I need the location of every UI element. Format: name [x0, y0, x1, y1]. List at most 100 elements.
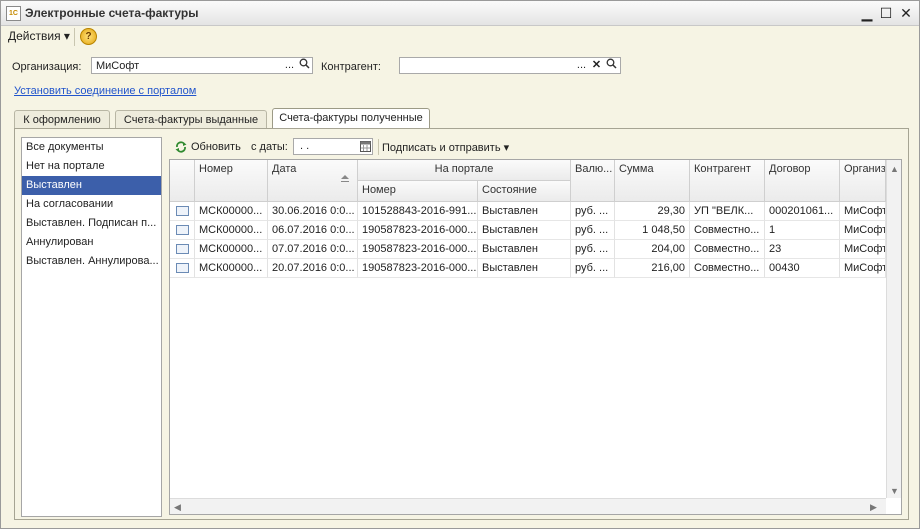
table-cell-sum[interactable]: 216,00 — [615, 259, 690, 278]
table-cell-currency[interactable]: руб. ... — [571, 202, 615, 221]
table-row-icon-cell[interactable] — [170, 240, 195, 259]
calendar-icon[interactable] — [360, 141, 371, 152]
column-header-state[interactable]: Состояние — [478, 181, 571, 202]
table-cell-state[interactable]: Выставлен — [478, 240, 571, 259]
actions-menu[interactable]: Действия ▾ — [8, 29, 70, 43]
table-cell-portal_number[interactable]: 190587823-2016-000... — [358, 240, 478, 259]
table-cell-contract[interactable]: 00430 — [765, 259, 840, 278]
table-cell-number[interactable]: МСК00000... — [195, 221, 268, 240]
table-cell-date[interactable]: 30.06.2016 0:0... — [268, 202, 358, 221]
table-cell-sum[interactable]: 204,00 — [615, 240, 690, 259]
table-cell-contract[interactable]: 1 — [765, 221, 840, 240]
scroll-left-icon[interactable]: ◀ — [174, 502, 181, 513]
table-cell-counterparty[interactable]: Совместно... — [690, 221, 765, 240]
toolbar-divider — [378, 139, 379, 155]
table-row-icon-cell[interactable] — [170, 202, 195, 221]
tab-to-process[interactable]: К оформлению — [14, 110, 110, 128]
table-cell-contract[interactable]: 000201061... — [765, 202, 840, 221]
table-cell-state[interactable]: Выставлен — [478, 221, 571, 240]
maximize-button[interactable]: ☐ — [877, 4, 895, 22]
menu-divider — [74, 28, 75, 46]
invoice-table[interactable]: Номер Дата На портале Номер Состояние Ва… — [169, 159, 902, 515]
column-header-org[interactable]: Организ — [840, 160, 886, 202]
counterparty-field[interactable]: ... ✕ — [399, 57, 621, 74]
column-header-portal-number[interactable]: Номер — [358, 181, 478, 202]
column-header-contract[interactable]: Договор — [765, 160, 840, 202]
minimize-button[interactable]: ▁ — [858, 4, 876, 22]
table-cell-counterparty[interactable]: УП "ВЕЛК... — [690, 202, 765, 221]
vertical-scrollbar[interactable]: ▲ ▼ — [886, 160, 901, 498]
status-item[interactable]: Аннулирован — [22, 233, 161, 252]
counterparty-label: Контрагент: — [321, 61, 381, 73]
scroll-right-icon[interactable]: ▶ — [870, 502, 877, 513]
table-cell-sum[interactable]: 29,30 — [615, 202, 690, 221]
sign-and-send-button[interactable]: Подписать и отправить ▾ — [382, 141, 509, 154]
status-item[interactable]: Выставлен. Подписан п... — [22, 214, 161, 233]
search-icon[interactable] — [297, 58, 312, 73]
table-row-icon-cell[interactable] — [170, 221, 195, 240]
table-row-icon-cell[interactable] — [170, 259, 195, 278]
table-cell-currency[interactable]: руб. ... — [571, 240, 615, 259]
sort-icon — [341, 175, 349, 182]
table-cell-org[interactable]: МиСофт — [840, 240, 886, 259]
column-header-date-label: Дата — [272, 163, 297, 175]
status-item[interactable]: Нет на портале — [22, 157, 161, 176]
from-date-value: . . — [300, 140, 310, 152]
horizontal-scrollbar[interactable]: ◀ ▶ — [170, 498, 886, 514]
help-icon[interactable]: ? — [80, 28, 97, 45]
table-cell-number[interactable]: МСК00000... — [195, 240, 268, 259]
org-label: Организация: — [12, 61, 82, 73]
column-header-counterparty[interactable]: Контрагент — [690, 160, 765, 202]
table-cell-counterparty[interactable]: Совместно... — [690, 259, 765, 278]
scroll-down-icon[interactable]: ▼ — [890, 486, 899, 496]
table-cell-number[interactable]: МСК00000... — [195, 202, 268, 221]
clear-icon[interactable]: ✕ — [589, 58, 604, 73]
table-cell-currency[interactable]: руб. ... — [571, 221, 615, 240]
table-cell-date[interactable]: 07.07.2016 0:0... — [268, 240, 358, 259]
column-header-number[interactable]: Номер — [195, 160, 268, 202]
table-cell-date[interactable]: 06.07.2016 0:0... — [268, 221, 358, 240]
document-icon — [176, 206, 189, 216]
table-cell-portal_number[interactable]: 190587823-2016-000... — [358, 221, 478, 240]
tab-issued[interactable]: Счета-фактуры выданные — [115, 110, 267, 128]
table-cell-org[interactable]: МиСофт — [840, 221, 886, 240]
close-button[interactable]: ✕ — [897, 4, 915, 22]
refresh-button[interactable]: Обновить — [191, 141, 241, 153]
table-cell-state[interactable]: Выставлен — [478, 202, 571, 221]
table-cell-org[interactable]: МиСофт — [840, 259, 886, 278]
table-cell-number[interactable]: МСК00000... — [195, 259, 268, 278]
column-header-portal: На портале — [358, 160, 571, 181]
column-header-currency[interactable]: Валю... — [571, 160, 615, 202]
document-icon — [176, 263, 189, 273]
connect-portal-link[interactable]: Установить соединение с порталом — [14, 85, 196, 97]
document-icon — [176, 244, 189, 254]
table-cell-portal_number[interactable]: 190587823-2016-000... — [358, 259, 478, 278]
table-cell-portal_number[interactable]: 101528843-2016-991... — [358, 202, 478, 221]
table-cell-org[interactable]: МиСофт — [840, 202, 886, 221]
column-header-sum[interactable]: Сумма — [615, 160, 690, 202]
org-field[interactable]: МиСофт ... — [91, 57, 313, 74]
scroll-up-icon[interactable]: ▲ — [890, 164, 899, 174]
table-cell-date[interactable]: 20.07.2016 0:0... — [268, 259, 358, 278]
status-item[interactable]: Все документы — [22, 138, 161, 157]
status-item[interactable]: Выставлен. Аннулирова... — [22, 252, 161, 271]
refresh-icon[interactable] — [175, 141, 187, 153]
icon-column-header — [170, 160, 195, 202]
from-date-field[interactable]: . . — [293, 138, 373, 155]
search-icon[interactable] — [604, 58, 619, 73]
title-bar: 1C Электронные счета-фактуры ▁ ☐ ✕ — [1, 1, 919, 26]
table-cell-currency[interactable]: руб. ... — [571, 259, 615, 278]
status-item[interactable]: На согласовании — [22, 195, 161, 214]
window-title: Электронные счета-фактуры — [25, 6, 199, 20]
menu-bar: Действия ▾ ? — [1, 26, 919, 46]
table-cell-sum[interactable]: 1 048,50 — [615, 221, 690, 240]
counterparty-select-button[interactable]: ... — [574, 58, 589, 73]
status-filter-list[interactable]: Все документы Нет на портале Выставлен Н… — [21, 137, 162, 517]
tab-received[interactable]: Счета-фактуры полученные — [272, 108, 430, 129]
table-cell-contract[interactable]: 23 — [765, 240, 840, 259]
table-cell-state[interactable]: Выставлен — [478, 259, 571, 278]
column-header-date[interactable]: Дата — [268, 160, 358, 202]
status-item-selected[interactable]: Выставлен — [22, 176, 161, 195]
table-cell-counterparty[interactable]: Совместно... — [690, 240, 765, 259]
org-select-button[interactable]: ... — [282, 58, 297, 73]
